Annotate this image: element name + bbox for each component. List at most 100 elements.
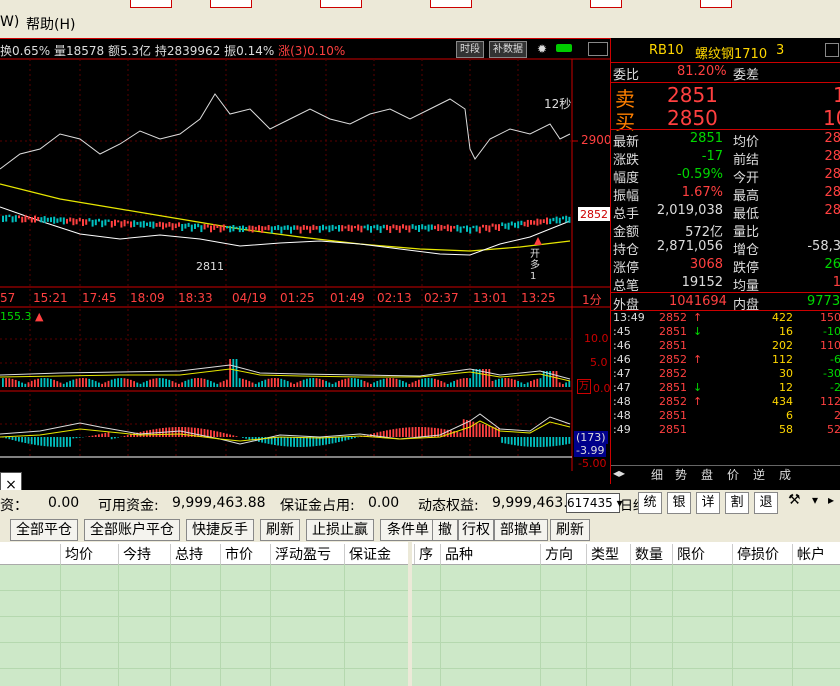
time-label: 04/19 [232, 291, 267, 305]
top-button[interactable] [590, 0, 622, 8]
conditional-order-button[interactable]: 条件单 [380, 519, 436, 541]
quote-value: 2,871,056 [656, 239, 723, 254]
col-floating-pnl[interactable]: 浮动盈亏 [270, 544, 331, 564]
tab-detail[interactable]: 细 [651, 466, 663, 483]
top-button[interactable] [320, 0, 362, 8]
vol-unit-badge: 万 [577, 379, 591, 394]
top-button[interactable] [130, 0, 172, 8]
col-direction[interactable]: 方向 [540, 544, 573, 564]
macd-bar [331, 437, 334, 444]
macd-bar [501, 437, 503, 443]
volume-bar [542, 371, 545, 387]
logout-button[interactable]: 退 [754, 492, 778, 514]
quote-label: 金额 [613, 225, 640, 240]
more-icon[interactable]: ▸ [828, 493, 834, 507]
volume-bar [322, 379, 324, 387]
candle [43, 216, 46, 224]
col-limit-price[interactable]: 限价 [672, 544, 705, 564]
col-margin[interactable]: 保证金 [344, 544, 391, 564]
tick-row: :47 2851 ↓ 12 -2 [611, 381, 840, 395]
tab-deals[interactable]: 成 [779, 466, 791, 483]
volume-bar [357, 378, 359, 387]
candle [427, 224, 430, 232]
col-avg-price[interactable]: 均价 [60, 544, 93, 564]
candle [555, 216, 558, 224]
sell-price[interactable]: 2851 [667, 83, 718, 107]
col-quantity[interactable]: 数量 [630, 544, 663, 564]
macd-bar [478, 423, 481, 437]
volume-bar [312, 378, 315, 387]
detail-button[interactable]: 详 [696, 492, 720, 514]
tick-price: 2852 [659, 311, 687, 324]
candle [488, 225, 491, 233]
chevron-down-icon[interactable]: ▾ [812, 493, 818, 507]
menu-item-window[interactable]: W) [0, 14, 19, 30]
tick-price: 2851 [659, 325, 687, 338]
macd-bar [107, 432, 110, 437]
contract-suffix: 3 [776, 43, 785, 58]
exercise-button[interactable]: 行权 [458, 519, 494, 541]
tab-price[interactable]: 价 [727, 466, 739, 483]
col-market-price[interactable]: 市价 [220, 544, 253, 564]
candle [331, 224, 334, 231]
candle [286, 225, 289, 230]
top-toolbar-strip [0, 0, 840, 8]
col-stop-price[interactable]: 停损价 [732, 544, 779, 564]
tab-book[interactable]: 盘 [701, 466, 713, 483]
macd-bar [50, 437, 52, 447]
col-today-hold[interactable]: 今持 [118, 544, 151, 564]
tools-icon[interactable]: ⚒ [788, 492, 801, 508]
buy-price[interactable]: 2850 [667, 106, 718, 130]
col-symbol[interactable]: 品种 [440, 544, 473, 564]
volume-bar [478, 369, 481, 387]
account-select[interactable]: 617435 ▾ [566, 493, 623, 513]
quote-label: 持仓 [613, 243, 640, 258]
stats-button[interactable]: 统 [638, 492, 662, 514]
tick-time: :47 [613, 381, 631, 394]
macd-bar [101, 433, 103, 437]
partial-cancel-button[interactable]: 部撤单 [494, 519, 548, 541]
volume-bar [370, 383, 372, 387]
bank-button[interactable]: 银 [667, 492, 691, 514]
prev-tab-icon[interactable]: ◂▸ [613, 466, 625, 480]
stop-loss-profit-button[interactable]: 止损止赢 [306, 519, 374, 541]
volume-bar [459, 378, 462, 387]
volume-bar [354, 378, 356, 387]
candle [245, 226, 248, 230]
period-label[interactable]: 1分 [582, 291, 602, 308]
quick-reverse-button[interactable]: 快捷反手 [186, 519, 254, 541]
macd-bar [226, 433, 228, 437]
tab-reverse[interactable]: 逆 [753, 466, 765, 483]
col-seq[interactable]: 序 [414, 544, 433, 564]
candle [507, 222, 510, 230]
col-account[interactable]: 帐户 [792, 544, 825, 564]
volume-bar [392, 378, 395, 387]
close-all-button[interactable]: 全部平仓 [10, 519, 78, 541]
col-total-hold[interactable]: 总持 [170, 544, 203, 564]
volume-bar [434, 378, 436, 387]
col-type[interactable]: 类型 [586, 544, 619, 564]
refresh-orders-button[interactable]: 刷新 [550, 519, 590, 541]
chart-area[interactable]: 换0.65% 量18578 额5.3亿 持2839962 振0.14% 涨(3)… [0, 38, 612, 471]
macd-bar [110, 437, 113, 440]
panel-restore-icon[interactable] [825, 43, 839, 57]
close-all-accounts-button[interactable]: 全部账户平仓 [84, 519, 180, 541]
cancel-button[interactable]: 撤 [432, 519, 458, 541]
menu-item-help[interactable]: 帮助(H) [26, 14, 75, 34]
top-button[interactable] [430, 0, 472, 8]
volume-bar [360, 379, 363, 387]
refresh-button[interactable]: 刷新 [260, 519, 300, 541]
macd-bar [197, 428, 199, 437]
top-button[interactable] [700, 0, 732, 8]
top-button[interactable] [210, 0, 252, 8]
candle [162, 222, 164, 230]
volume-bar [395, 378, 398, 387]
tab-trend[interactable]: 势 [675, 466, 687, 483]
cut-button[interactable]: 割 [725, 492, 749, 514]
quote-value: -17 [701, 149, 723, 164]
volume-bar [446, 383, 449, 387]
volume-bar [530, 381, 532, 387]
macd-bar [242, 437, 244, 438]
candle [421, 224, 424, 230]
candle [494, 224, 497, 230]
